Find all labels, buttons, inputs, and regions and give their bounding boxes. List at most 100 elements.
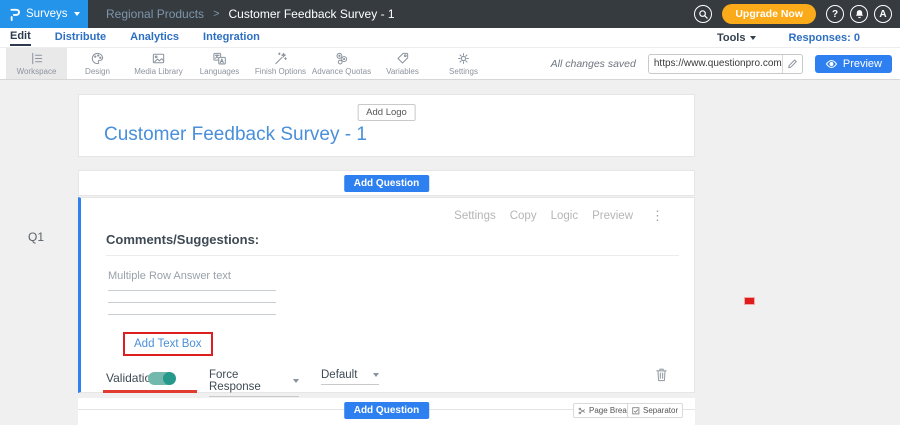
question-settings-link[interactable]: Settings [454, 210, 496, 222]
validation-toggle[interactable] [148, 372, 175, 385]
survey-header-card: Add Logo Customer Feedback Survey - 1 [78, 94, 695, 157]
bell-icon [854, 9, 865, 20]
preview-button[interactable]: Preview [815, 55, 892, 73]
search-button[interactable] [694, 5, 712, 23]
tool-advance-quotas[interactable]: Advance Quotas [311, 48, 372, 79]
breadcrumb: Regional Products > Customer Feedback Su… [106, 7, 395, 21]
menu-bar: Edit Distribute Analytics Integration To… [0, 28, 900, 48]
tool-label: Finish Options [255, 67, 306, 76]
avatar[interactable]: A [874, 5, 892, 23]
add-question-strip-bottom: Add Question Page Break Separator [78, 398, 695, 425]
pencil-icon [787, 58, 798, 69]
menu-item-edit[interactable]: Edit [10, 30, 31, 46]
tool-workspace[interactable]: Workspace [6, 48, 67, 79]
question-logic-link[interactable]: Logic [551, 210, 579, 222]
add-question-button-top[interactable]: Add Question [344, 175, 430, 192]
delete-question-button[interactable] [655, 367, 668, 385]
answer-row-line [108, 302, 276, 303]
help-button[interactable]: ? [826, 5, 844, 23]
add-logo-button[interactable]: Add Logo [357, 104, 416, 121]
chevron-down-icon [373, 373, 379, 377]
tool-label: Media Library [134, 67, 182, 76]
save-status: All changes saved [551, 58, 636, 70]
menu-item-distribute[interactable]: Distribute [55, 31, 106, 45]
add-question-strip-top: Add Question [78, 170, 695, 196]
separator-button[interactable]: Separator [627, 403, 683, 418]
toolbar-right: All changes saved https://www.questionpr… [551, 48, 900, 79]
checkbox-checked-icon [632, 407, 640, 415]
tool-label: Workspace [17, 67, 57, 76]
question-number-label: Q1 [28, 230, 44, 244]
advance-quotas-icon [334, 51, 349, 66]
questionpro-logo-icon [9, 7, 20, 22]
chevron-down-icon [750, 36, 756, 40]
breadcrumb-parent[interactable]: Regional Products [106, 7, 204, 21]
survey-title[interactable]: Customer Feedback Survey - 1 [104, 124, 367, 146]
toggle-knob [163, 372, 176, 385]
upgrade-now-button[interactable]: Upgrade Now [722, 4, 816, 24]
survey-url-text[interactable]: https://www.questionpro.com/t/APNrfZ [649, 58, 782, 69]
brand-surveys-menu[interactable]: Surveys [0, 0, 88, 28]
responses-count[interactable]: Responses: 0 [788, 32, 860, 44]
red-annotation-marker [745, 298, 754, 304]
workspace-toolbar: Workspace Design Media Library Languages… [0, 48, 900, 80]
add-question-button-bottom[interactable]: Add Question [344, 402, 430, 419]
top-bar: Surveys Regional Products > Customer Fee… [0, 0, 900, 28]
question-preview-link[interactable]: Preview [592, 210, 633, 222]
search-icon [698, 9, 709, 20]
brand-label: Surveys [26, 8, 68, 20]
survey-canvas: Q1 Add Logo Customer Feedback Survey - 1… [0, 80, 900, 425]
topbar-actions: Upgrade Now ? A [694, 4, 900, 24]
tool-label: Advance Quotas [312, 67, 371, 76]
tool-design[interactable]: Design [67, 48, 128, 79]
tool-label: Variables [386, 67, 419, 76]
tool-label: Settings [449, 67, 478, 76]
question-text-underline [106, 255, 679, 256]
separator-label: Separator [643, 406, 678, 415]
design-palette-icon [90, 51, 105, 66]
tool-variables[interactable]: Variables [372, 48, 433, 79]
force-response-dropdown[interactable]: Force Response [209, 369, 299, 397]
tools-menu[interactable]: Tools [717, 32, 757, 44]
question-copy-link[interactable]: Copy [510, 210, 537, 222]
validation-type-label: Default [321, 369, 357, 381]
question-text[interactable]: Comments/Suggestions: [106, 232, 259, 247]
media-library-icon [151, 51, 166, 66]
settings-gear-icon [456, 51, 471, 66]
languages-icon [212, 51, 227, 66]
preview-label: Preview [843, 58, 882, 70]
tool-label: Languages [200, 67, 240, 76]
answer-placeholder[interactable]: Multiple Row Answer text [108, 270, 231, 282]
menu-bar-right: Tools Responses: 0 [717, 32, 860, 44]
tool-media-library[interactable]: Media Library [128, 48, 189, 79]
answer-row-line [108, 290, 276, 291]
question-actions: Settings Copy Logic Preview ⋮ [454, 208, 664, 224]
breadcrumb-current: Customer Feedback Survey - 1 [229, 7, 395, 21]
tools-label: Tools [717, 32, 746, 44]
edit-url-button[interactable] [782, 55, 802, 73]
page-break-label: Page Break [589, 406, 631, 415]
workspace-icon [29, 51, 44, 66]
trash-icon [655, 367, 668, 382]
menu-item-integration[interactable]: Integration [203, 31, 260, 45]
finish-options-wand-icon [273, 51, 288, 66]
red-annotation-underline [103, 390, 197, 393]
notifications-button[interactable] [850, 5, 868, 23]
add-text-box-button[interactable]: Add Text Box [123, 332, 213, 356]
answer-row-line [108, 314, 276, 315]
chevron-down-icon [293, 379, 299, 383]
more-options-icon[interactable]: ⋮ [651, 208, 664, 224]
tool-settings[interactable]: Settings [433, 48, 494, 79]
variables-tag-icon [395, 51, 410, 66]
tool-finish-options[interactable]: Finish Options [250, 48, 311, 79]
tool-languages[interactable]: Languages [189, 48, 250, 79]
chevron-down-icon [74, 12, 80, 16]
menu-item-analytics[interactable]: Analytics [130, 31, 179, 45]
eye-icon [825, 59, 838, 69]
breadcrumb-separator-icon: > [213, 8, 219, 20]
validation-type-dropdown[interactable]: Default [321, 369, 379, 385]
survey-url-field[interactable]: https://www.questionpro.com/t/APNrfZ [648, 54, 803, 74]
question-card[interactable]: Settings Copy Logic Preview ⋮ Comments/S… [78, 197, 695, 393]
scissors-icon [578, 407, 586, 415]
force-response-label: Force Response [209, 369, 293, 393]
